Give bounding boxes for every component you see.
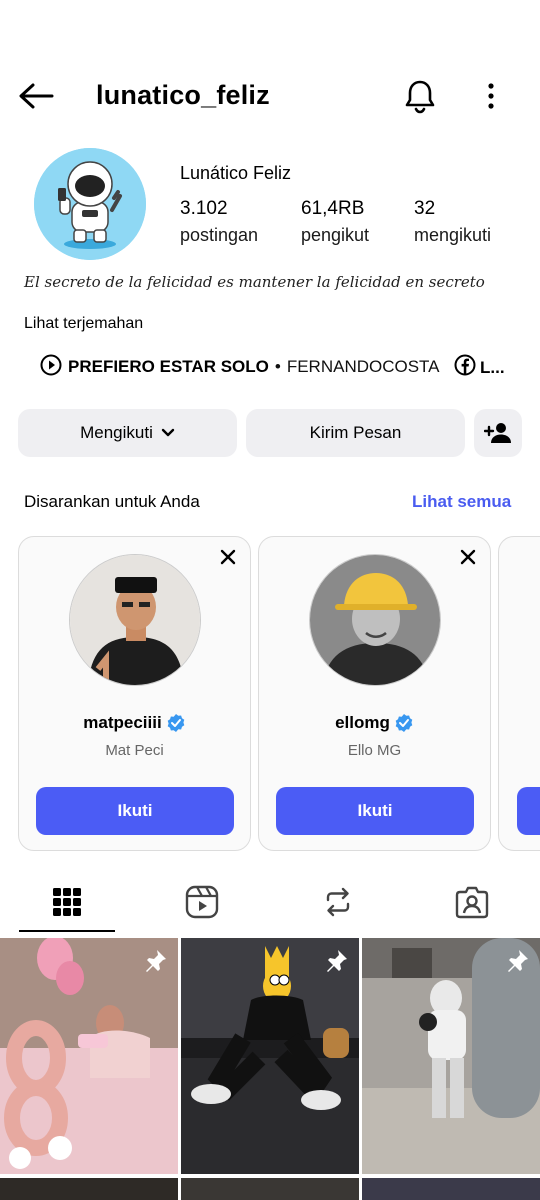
tagged-icon xyxy=(455,885,489,919)
facebook-label: L... xyxy=(480,357,505,377)
suggestion-card[interactable]: matpeciiii Mat Peci Ikuti xyxy=(18,536,251,851)
play-icon xyxy=(40,354,62,381)
suggestion-handle: matpeciiii xyxy=(19,713,250,733)
message-label: Kirim Pesan xyxy=(309,423,402,442)
stat-posts[interactable]: 3.102 postingan xyxy=(180,198,258,246)
post-thumbnail[interactable] xyxy=(362,938,540,1174)
suggestion-name: Ello MG xyxy=(347,742,402,759)
suggestion-card-partial[interactable] xyxy=(498,536,540,851)
message-button[interactable]: Kirim Pesan xyxy=(246,409,465,457)
stat-following-label: mengikuti xyxy=(414,225,492,245)
back-arrow-icon[interactable] xyxy=(14,78,58,114)
tab-reels[interactable] xyxy=(152,872,252,932)
bell-icon[interactable] xyxy=(400,76,440,116)
suggestion-card[interactable]: ellomg Ello MG Ikuti xyxy=(258,536,491,851)
tab-tagged[interactable] xyxy=(422,872,522,932)
add-user-button[interactable] xyxy=(474,409,522,457)
stat-posts-label: postingan xyxy=(180,225,259,245)
grid-icon xyxy=(52,887,82,917)
stat-following-value: 32 xyxy=(414,198,436,219)
reels-icon xyxy=(185,885,219,919)
stat-posts-value: 3.102 xyxy=(180,198,228,219)
follow-button[interactable]: Ikuti xyxy=(36,787,234,835)
suggestion-handle-text: matpeciiii xyxy=(83,713,162,732)
suggestion-avatar[interactable] xyxy=(69,554,201,686)
facebook-icon xyxy=(454,354,476,381)
pin-icon xyxy=(504,948,530,974)
follow-button-partial[interactable] xyxy=(517,787,540,835)
see-translation-link[interactable]: Lihat terjemahan xyxy=(24,315,143,333)
stat-followers-label: pengikut xyxy=(301,225,370,245)
active-tab-indicator xyxy=(19,930,115,932)
see-all-link[interactable]: Lihat semua xyxy=(412,492,511,512)
suggestion-handle-text: ellomg xyxy=(335,713,390,732)
pin-icon xyxy=(142,948,168,974)
profile-display-name: Lunático Feliz xyxy=(180,163,292,183)
add-user-icon xyxy=(484,422,512,444)
post-thumbnail[interactable] xyxy=(0,938,178,1174)
music-artist: FERNANDOCOSTA xyxy=(286,357,440,376)
music-title: PREFIERO ESTAR SOLO xyxy=(68,357,269,376)
top-bar: lunatico_feliz xyxy=(0,60,540,132)
profile-avatar[interactable] xyxy=(34,148,146,260)
stat-following[interactable]: 32 mengikuti xyxy=(414,198,491,246)
following-label: Mengikuti xyxy=(80,423,153,442)
profile-username: lunatico_feliz xyxy=(96,80,270,110)
suggestions-title: Disarankan untuk Anda xyxy=(24,492,200,511)
close-icon[interactable] xyxy=(456,545,480,569)
stat-followers-value: 61,4RB xyxy=(301,198,365,219)
suggestion-avatar[interactable] xyxy=(309,554,441,686)
tab-reposts[interactable] xyxy=(288,872,388,932)
post-thumbnail[interactable] xyxy=(181,938,359,1174)
profile-tabs xyxy=(0,872,540,934)
suggestion-handle: ellomg xyxy=(259,713,490,733)
close-icon[interactable] xyxy=(216,545,240,569)
post-thumbnail[interactable] xyxy=(362,1178,540,1200)
stat-followers[interactable]: 61,4RB pengikut xyxy=(301,198,369,246)
facebook-link[interactable]: L... xyxy=(454,354,505,381)
profile-bio: El secreto de la felicidad es mantener l… xyxy=(24,273,485,291)
following-button[interactable]: Mengikuti xyxy=(18,409,237,457)
more-options-icon[interactable] xyxy=(476,76,506,116)
verified-badge-icon xyxy=(166,713,186,733)
tab-grid[interactable] xyxy=(17,872,117,932)
reposts-icon xyxy=(322,886,354,918)
astronaut-illustration xyxy=(34,148,146,260)
chevron-down-icon xyxy=(161,428,175,438)
post-thumbnail[interactable] xyxy=(181,1178,359,1200)
post-thumbnail[interactable] xyxy=(0,1178,178,1200)
follow-button[interactable]: Ikuti xyxy=(276,787,474,835)
suggestion-name: Mat Peci xyxy=(105,742,164,759)
verified-badge-icon xyxy=(394,713,414,733)
profile-music[interactable]: PREFIERO ESTAR SOLO • FERNANDOCOSTA xyxy=(40,354,440,380)
pin-icon xyxy=(323,948,349,974)
posts-grid xyxy=(0,938,540,1200)
music-separator: • xyxy=(274,357,281,376)
